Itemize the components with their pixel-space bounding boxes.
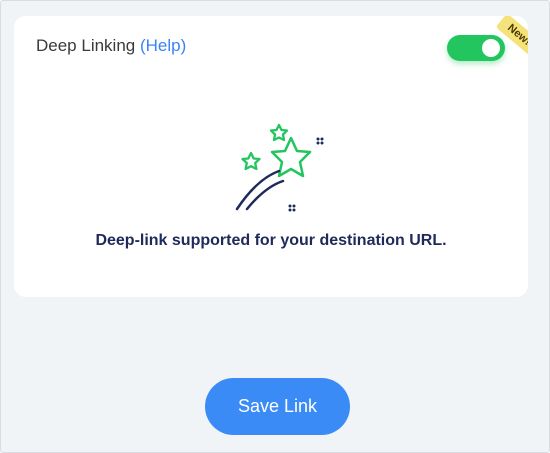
deep-linking-title-row: Deep Linking (Help)	[36, 36, 186, 56]
small-star-top-icon	[269, 123, 289, 142]
trail-line-icon	[245, 179, 285, 211]
toggle-knob	[482, 39, 500, 57]
app-frame: Deep Linking (Help) New! Deep-link suppo…	[0, 0, 550, 453]
save-link-button[interactable]: Save Link	[205, 378, 350, 435]
deep-linking-card: Deep Linking (Help) New! Deep-link suppo…	[14, 16, 528, 297]
trail-line-icon	[235, 169, 281, 211]
small-star-left-icon	[241, 151, 261, 171]
deep-linking-label: Deep Linking	[36, 36, 136, 55]
shooting-stars-icon	[235, 123, 324, 212]
help-link[interactable]: (Help)	[140, 36, 186, 55]
deep-link-status-message: Deep-link supported for your destination…	[95, 232, 447, 249]
deep-linking-toggle[interactable]	[447, 35, 505, 61]
sparkle-dots-icon	[288, 137, 324, 212]
